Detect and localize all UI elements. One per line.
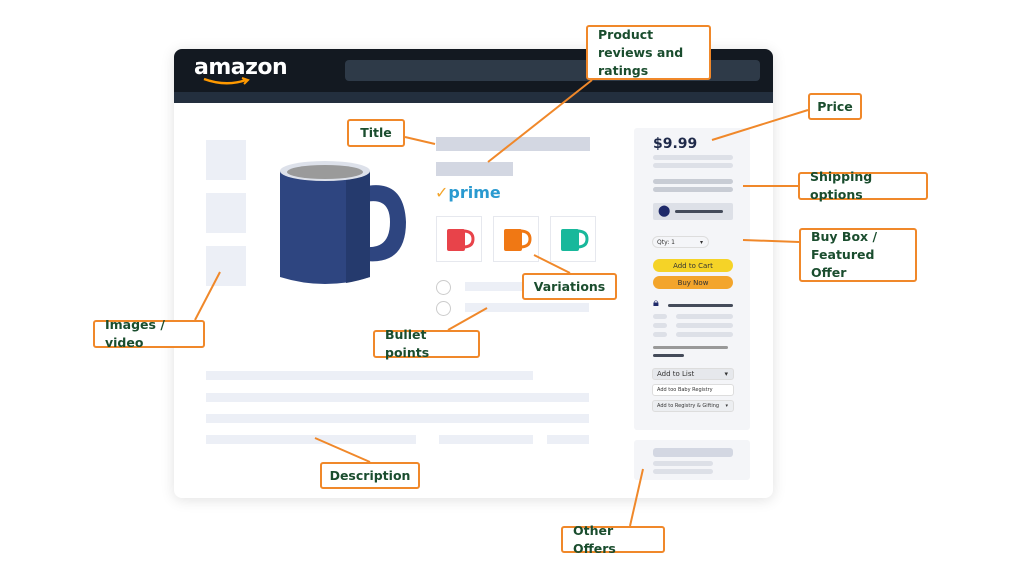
label-reviews: Product reviews and ratings bbox=[586, 25, 711, 80]
label-shipping: Shipping options bbox=[798, 169, 928, 202]
label-price: Price bbox=[808, 93, 862, 120]
leader-lines bbox=[194, 79, 809, 527]
label-buybox: Buy Box / Featured Offer bbox=[799, 228, 917, 282]
leader-line-other-offers bbox=[629, 468, 644, 527]
leader-line-price bbox=[711, 109, 809, 141]
label-variations: Variations bbox=[522, 273, 617, 300]
leader-line-description bbox=[314, 437, 371, 463]
label-bullets: Bullet points bbox=[373, 327, 480, 360]
label-title: Title bbox=[347, 119, 405, 147]
leader-line-buybox bbox=[742, 239, 800, 243]
label-other-offers: Other Offers bbox=[561, 523, 665, 556]
label-description: Description bbox=[320, 462, 420, 489]
leader-line-variations bbox=[533, 254, 571, 274]
leader-line-title bbox=[404, 136, 436, 145]
leader-line-reviews bbox=[487, 79, 593, 163]
leader-line-images bbox=[194, 271, 221, 321]
label-images: Images / video bbox=[93, 317, 205, 350]
